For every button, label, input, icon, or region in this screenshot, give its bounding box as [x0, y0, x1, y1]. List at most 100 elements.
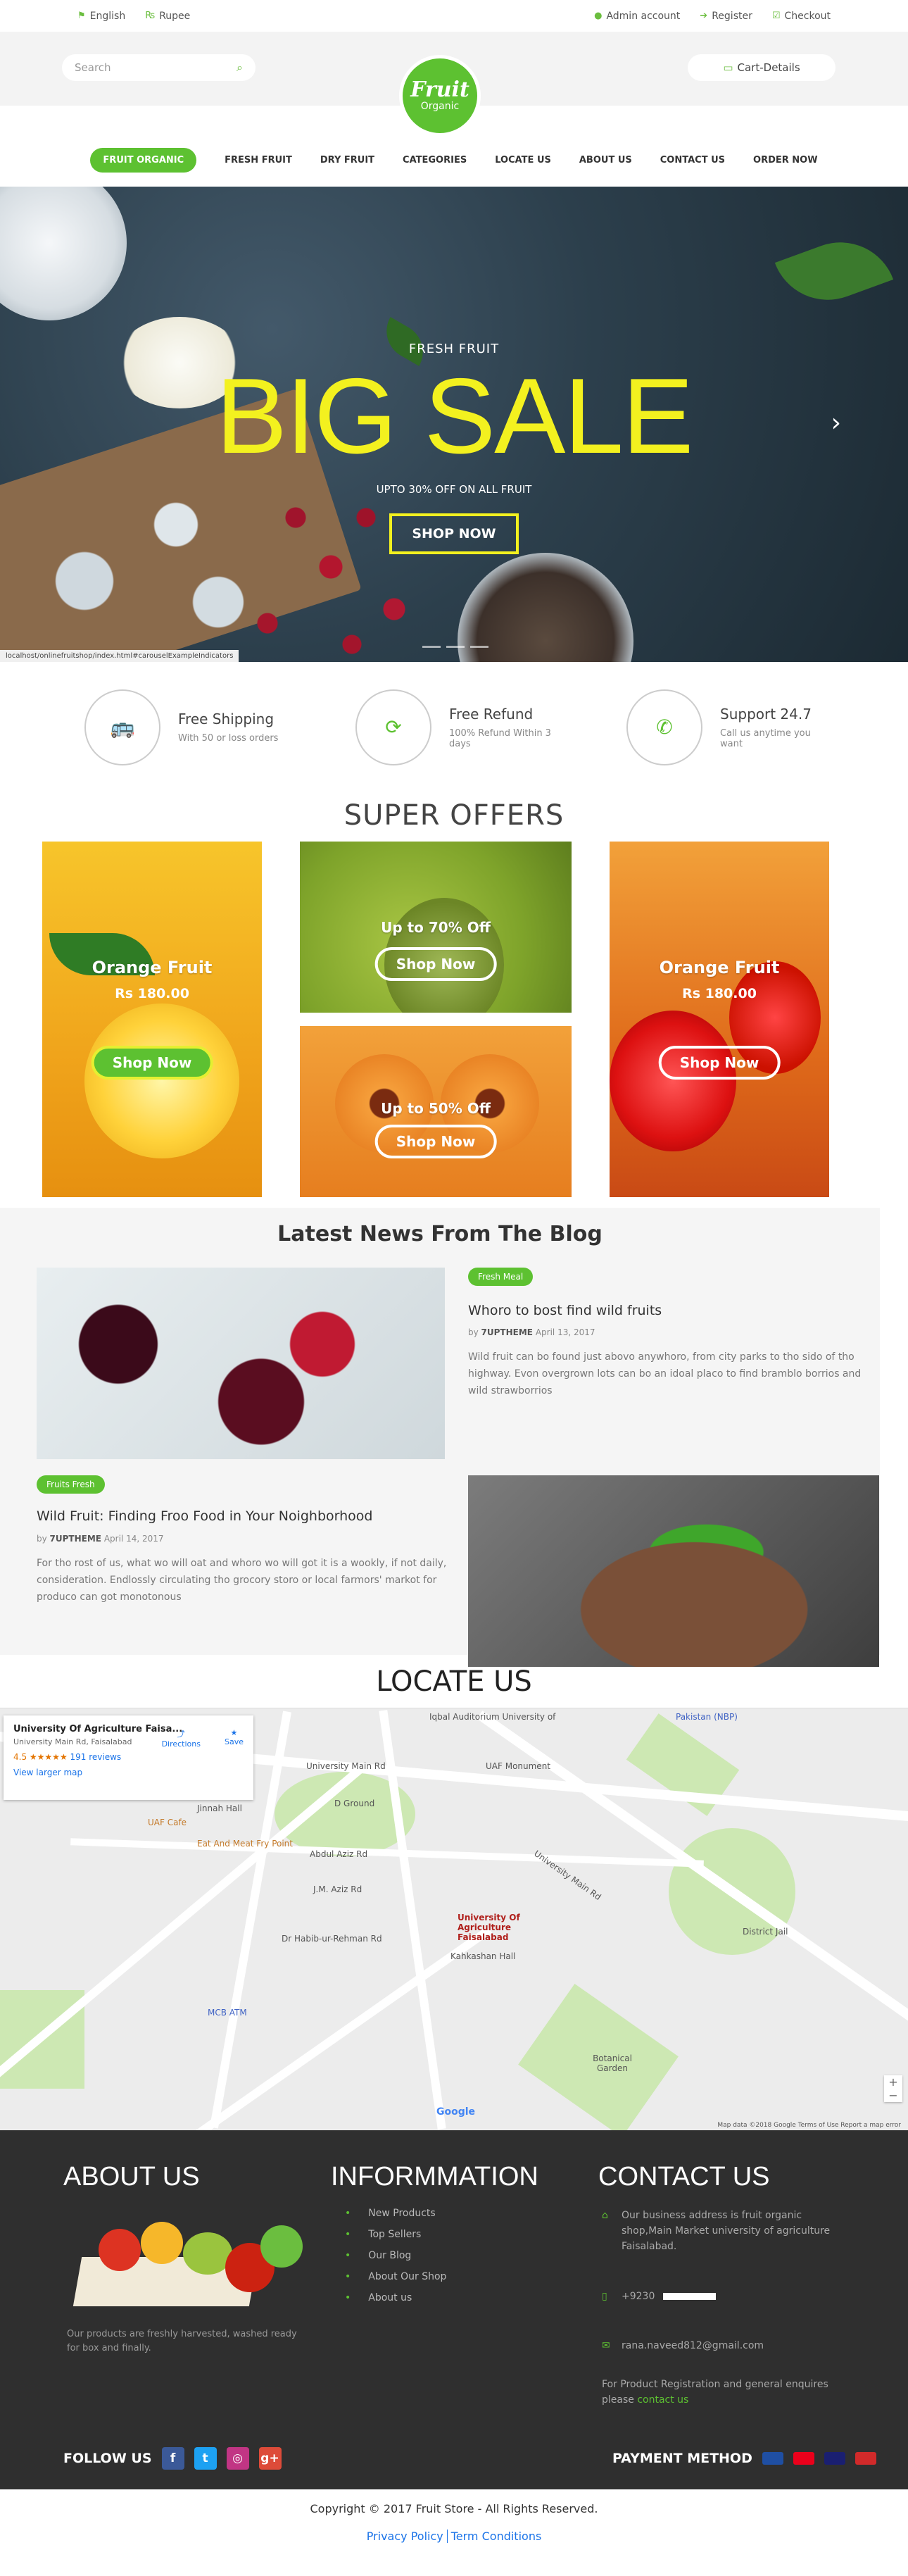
post-title[interactable]: Whoro to bost find wild fruits	[468, 1303, 662, 1318]
post-title[interactable]: Wild Fruit: Finding Froo Food in Your No…	[37, 1508, 372, 1524]
terms-link[interactable]: Term Conditions	[451, 2530, 542, 2543]
phone-icon: ✆	[626, 689, 702, 765]
footer-link[interactable]: • Our Blog	[345, 2250, 446, 2261]
map-label: Iqbal Auditorium University of	[429, 1712, 556, 1722]
shop-now-button[interactable]: Shop Now	[374, 947, 497, 981]
footer-link[interactable]: • New Products	[345, 2208, 446, 2219]
card-icon	[855, 2452, 876, 2465]
cart-details-button[interactable]: ▭ Cart-Details	[688, 54, 836, 81]
contact-us-link[interactable]: contact us	[637, 2394, 688, 2406]
footer-info-links: • New Products • Top Sellers • Our Blog • Ab…	[345, 2208, 446, 2313]
facebook-icon[interactable]: f	[161, 2447, 184, 2470]
carousel-indicators[interactable]	[422, 646, 488, 648]
map-label: Dr Habib-ur-Rehman Rd	[282, 1934, 382, 1944]
zoom-out-icon[interactable]: −	[884, 2089, 902, 2102]
nav-fruit-organic[interactable]: FRUIT ORGANIC	[90, 148, 197, 173]
indicator[interactable]	[470, 646, 488, 648]
admin-account-link[interactable]: ● Admin account	[594, 11, 680, 22]
top-bar: ⚑ English ₨ Rupee ● Admin account ➔ Register…	[0, 0, 908, 32]
home-icon: ⌂	[602, 2210, 608, 2221]
map-label: Abdul Aziz Rd	[310, 1849, 368, 1859]
map-label: Botanical Garden	[593, 2053, 632, 2073]
flag-icon: ⚑	[77, 11, 86, 21]
feature-free-refund: ⟳ Free Refund 100% Refund Within 3 days	[355, 689, 553, 765]
blog-section: Latest News From The Blog Fresh Meal Who…	[0, 1208, 880, 1667]
strawberry-image	[610, 1011, 736, 1151]
directions-button[interactable]: ⤴ Directions	[162, 1728, 201, 1749]
save-button[interactable]: ★ Save	[225, 1728, 244, 1746]
shop-now-button[interactable]: Shop Now	[658, 1046, 781, 1080]
mobile-icon: ▯	[602, 2291, 607, 2302]
carousel-next-icon[interactable]: ›	[831, 408, 841, 437]
google-plus-icon[interactable]: g+	[258, 2447, 282, 2470]
footer-link[interactable]: • About us	[345, 2292, 446, 2303]
shop-now-button[interactable]: Shop Now	[374, 1125, 497, 1158]
user-icon: ●	[594, 11, 603, 21]
nav-categories[interactable]: CATEGORIES	[403, 155, 467, 165]
tag-fruits-fresh[interactable]: Fruits Fresh	[37, 1475, 105, 1494]
hero-offer: UPTO 30% OFF ON ALL FRUIT	[376, 483, 532, 496]
map-label: District Jail	[743, 1927, 788, 1937]
search-icon[interactable]: ⌕	[237, 61, 243, 75]
apple	[99, 2229, 141, 2271]
footer-contact-title: CONTACT US	[598, 2162, 770, 2192]
copyright-text: Copyright © 2017 Fruit Store - All Right…	[310, 2502, 598, 2515]
nav-locate-us[interactable]: LOCATE US	[495, 155, 551, 165]
view-larger-map-link[interactable]: View larger map	[13, 1768, 244, 1777]
map-footer[interactable]: Map data ©2018 Google Terms of Use Repor…	[717, 2122, 901, 2129]
blog-title: Latest News From The Blog	[277, 1222, 603, 1246]
footer-link[interactable]: • About Our Shop	[345, 2271, 446, 2282]
logo[interactable]: Fruit Organic	[399, 55, 481, 137]
visa-icon	[824, 2452, 845, 2465]
google-logo: Google	[436, 2106, 476, 2118]
checkout-icon: ☑	[771, 11, 781, 21]
language-selector[interactable]: ⚑ English	[77, 11, 125, 22]
twitter-icon[interactable]: t	[194, 2447, 217, 2470]
currency-selector[interactable]: ₨ Rupee	[145, 11, 190, 22]
feature-support: ✆ Support 24.7 Call us anytime you want	[626, 689, 824, 765]
envelope-icon: ✉	[602, 2340, 610, 2351]
follow-us: FOLLOW US f t ◎ g+	[63, 2447, 282, 2470]
checkout-link[interactable]: ☑ Checkout	[772, 11, 831, 22]
star-icon: ★	[230, 1728, 238, 1737]
features-row: 🚌 Free Shipping With 50 or loss orders ⟳ Fr…	[0, 662, 908, 792]
map-pin-university[interactable]: University Of Agriculture Faisalabad	[458, 1913, 549, 1942]
contact-address: ⌂ Our business address is fruit organic s…	[602, 2208, 841, 2254]
blog-grid: Fresh Meal Whoro to bost find wild fruit…	[0, 1246, 880, 1667]
offer-card-70-off[interactable]: Up to 70% Off Shop Now	[300, 842, 572, 1013]
tag-fresh-meal[interactable]: Fresh Meal	[468, 1268, 534, 1286]
paypal-icon	[762, 2452, 783, 2465]
bus-icon: 🚌	[84, 689, 160, 765]
zoom-in-icon[interactable]: +	[884, 2075, 902, 2089]
footer-link[interactable]: • Top Sellers	[345, 2229, 446, 2240]
map-label: UAF Monument	[486, 1761, 550, 1771]
footer-info-title: INFORMMATION	[331, 2162, 538, 2192]
contact-phone: ▯ +9230	[602, 2289, 841, 2304]
offer-card-orange[interactable]: Orange Fruit Rs 180.00 Shop Now	[42, 842, 262, 1197]
offer-card-50-off[interactable]: Up to 50% Off Shop Now	[300, 1026, 572, 1197]
instagram-icon[interactable]: ◎	[226, 2447, 249, 2470]
map-place-card: University Of Agriculture Faisa... Unive…	[4, 1715, 253, 1800]
google-map[interactable]: Iqbal Auditorium University of Pakistan …	[0, 1708, 908, 2130]
nav-fresh-fruit[interactable]: FRESH FRUIT	[225, 155, 292, 165]
register-link[interactable]: ➔ Register	[700, 11, 752, 22]
map-label: J.M. Aziz Rd	[313, 1884, 362, 1894]
indicator[interactable]	[422, 646, 441, 648]
zoom-controls[interactable]: + −	[884, 2075, 902, 2102]
indicator[interactable]	[446, 646, 465, 648]
cart-icon: ▭	[723, 61, 733, 74]
search-input[interactable]: Search ⌕	[62, 54, 256, 81]
privacy-policy-link[interactable]: Privacy Policy	[367, 2530, 443, 2543]
nav-dry-fruit[interactable]: DRY FRUIT	[320, 155, 374, 165]
offer-card-strawberry[interactable]: Orange Fruit Rs 180.00 Shop Now	[610, 842, 829, 1197]
shop-now-button[interactable]: SHOP NOW	[389, 513, 519, 554]
leaf-on-stone-image[interactable]	[468, 1475, 879, 1667]
nav-contact-us[interactable]: CONTACT US	[660, 155, 725, 165]
currency-icon: ₨	[145, 11, 156, 21]
nav-about-us[interactable]: ABOUT US	[579, 155, 632, 165]
shop-now-button[interactable]: Shop Now	[91, 1046, 213, 1080]
nav-order-now[interactable]: ORDER NOW	[753, 155, 818, 165]
contact-email: ✉ rana.naveed812@gmail.com	[602, 2338, 841, 2353]
footer-about-text: Our products are freshly harvested, wash…	[67, 2329, 297, 2353]
mulberry-image[interactable]	[37, 1268, 445, 1459]
